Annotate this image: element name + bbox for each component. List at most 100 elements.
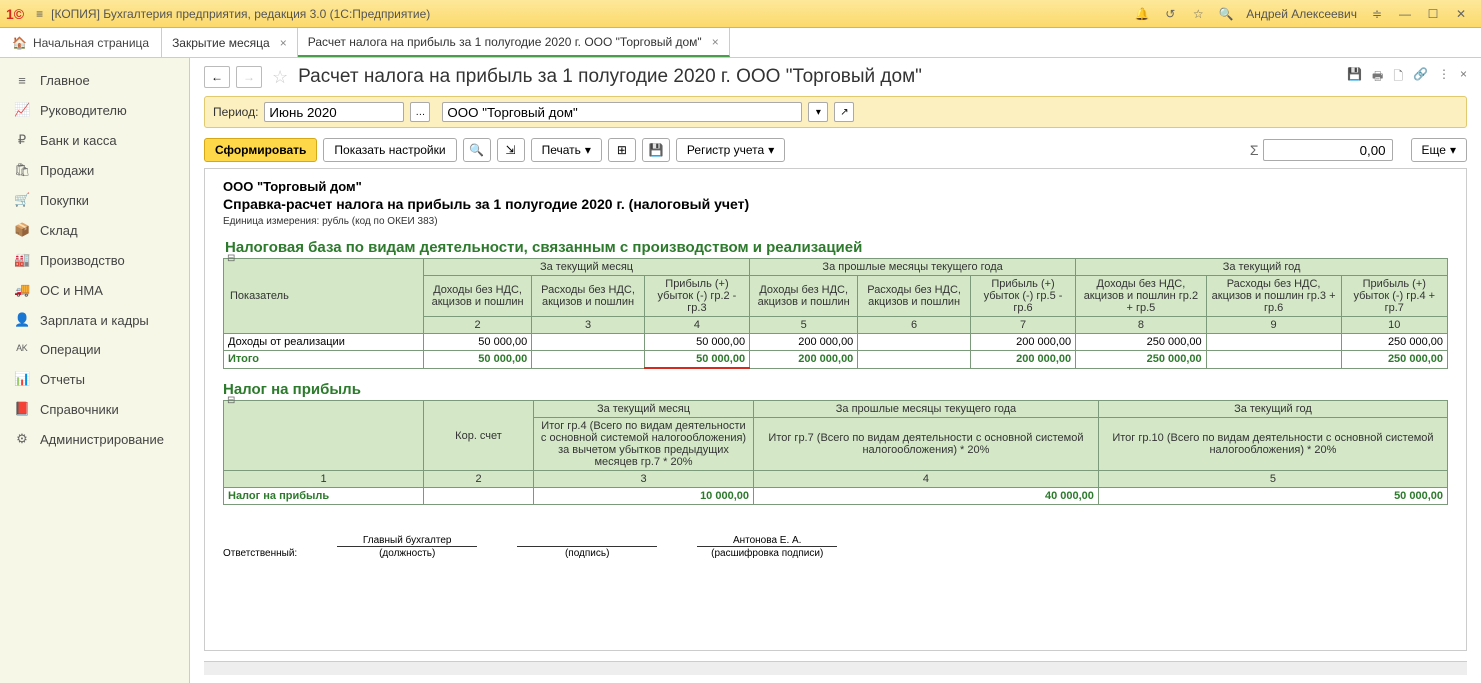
sidebar-item-main[interactable]: ≡ Главное: [0, 66, 189, 95]
sigma-input[interactable]: [1263, 139, 1393, 161]
search-icon[interactable]: 🔍: [1214, 2, 1238, 26]
sidebar-item-assets[interactable]: 🚚ОС и НМА: [0, 275, 189, 305]
bell-icon[interactable]: 🔔: [1130, 2, 1154, 26]
main-menu-icon[interactable]: ≡: [36, 7, 43, 21]
col-header: Итог гр.7 (Всего по видам деятельности с…: [754, 418, 1099, 471]
sidebar-item-label: Руководителю: [40, 103, 127, 118]
sidebar-item-operations[interactable]: ᴬᴷОперации: [0, 335, 189, 364]
table-row[interactable]: Налог на прибыль 10 000,00 40 000,00 50 …: [224, 488, 1448, 505]
list-icon: ≡: [14, 73, 30, 88]
minimize-icon[interactable]: —: [1393, 2, 1417, 26]
sigma-icon: Σ: [1250, 142, 1259, 158]
link-icon[interactable]: 🔗: [1413, 67, 1428, 88]
sidebar-item-bank[interactable]: ₽Банк и касса: [0, 125, 189, 155]
col-indicator: Показатель: [224, 259, 424, 334]
col-prev-months: За прошлые месяцы текущего года: [750, 259, 1076, 276]
sidebar-item-label: Главное: [40, 73, 90, 88]
window-title: [КОПИЯ] Бухгалтерия предприятия, редакци…: [51, 7, 430, 21]
col-prev-months: За прошлые месяцы текущего года: [754, 401, 1099, 418]
sidebar-item-sales[interactable]: 🛍Продажи: [0, 155, 189, 185]
operations-icon: ᴬᴷ: [14, 342, 30, 357]
app-logo: 1©: [6, 6, 24, 22]
period-ellipsis-button[interactable]: …: [410, 102, 430, 122]
sig-decode: (расшифровка подписи): [697, 546, 837, 559]
sidebar-item-reports[interactable]: 📊Отчеты: [0, 364, 189, 394]
home-tab[interactable]: 🏠 Начальная страница: [0, 28, 162, 57]
col-num: 1: [224, 471, 424, 488]
tab-label: Расчет налога на прибыль за 1 полугодие …: [308, 35, 702, 49]
tab-closing-month[interactable]: Закрытие месяца ×: [162, 28, 298, 57]
favorite-icon[interactable]: ☆: [272, 67, 288, 88]
register-button[interactable]: Регистр учета ▾: [676, 138, 785, 162]
star-icon[interactable]: ☆: [1186, 2, 1210, 26]
print-icon[interactable]: 🖶: [1372, 67, 1383, 88]
period-input[interactable]: [264, 102, 404, 122]
sidebar-item-warehouse[interactable]: 📦Склад: [0, 215, 189, 245]
content-header: ← → ☆ Расчет налога на прибыль за 1 полу…: [190, 58, 1481, 92]
table-total-row[interactable]: Итого 50 000,00 50 000,00 200 000,00 200…: [224, 351, 1448, 369]
close-icon[interactable]: ×: [1460, 67, 1467, 88]
close-icon[interactable]: ✕: [1449, 2, 1473, 26]
sidebar-item-manager[interactable]: 📈Руководителю: [0, 95, 189, 125]
section-toggle-icon[interactable]: ⊟: [227, 395, 235, 406]
sidebar-item-label: Продажи: [40, 163, 94, 178]
sidebar-item-production[interactable]: 🏭Производство: [0, 245, 189, 275]
col-header: Расходы без НДС, акцизов и пошлин: [858, 276, 971, 317]
sidebar-item-label: ОС и НМА: [40, 283, 103, 298]
generate-button[interactable]: Сформировать: [204, 138, 317, 162]
sig-accountant: Главный бухгалтер: [337, 535, 477, 546]
gear-icon: ⚙: [14, 431, 30, 447]
tab-close-icon[interactable]: ×: [280, 36, 287, 50]
responsible-label: Ответственный:: [223, 548, 297, 559]
sig-sign: (подпись): [517, 546, 657, 559]
tax-base-table: Показатель За текущий месяц За прошлые м…: [223, 258, 1448, 369]
find-button[interactable]: 🔍: [463, 138, 491, 162]
tab-close-icon[interactable]: ×: [712, 35, 719, 49]
report-title: Справка-расчет налога на прибыль за 1 по…: [223, 196, 1448, 212]
table-row[interactable]: Доходы от реализации 50 000,00 50 000,00…: [224, 334, 1448, 351]
history-icon[interactable]: ↺: [1158, 2, 1182, 26]
expand-button[interactable]: ⇲: [497, 138, 525, 162]
sidebar-item-admin[interactable]: ⚙Администрирование: [0, 424, 189, 454]
org-open-button[interactable]: ↗: [834, 102, 854, 122]
cell: [1206, 334, 1341, 351]
tab-label: Закрытие месяца: [172, 36, 270, 50]
sidebar-item-catalogs[interactable]: 📕Справочники: [0, 394, 189, 424]
table-button[interactable]: ⊞: [608, 138, 636, 162]
back-button[interactable]: ←: [204, 66, 230, 88]
tab-tax-report[interactable]: Расчет налога на прибыль за 1 полугодие …: [298, 28, 730, 57]
col-num: 4: [754, 471, 1099, 488]
org-input[interactable]: [442, 102, 802, 122]
more-button[interactable]: Еще ▾: [1411, 138, 1467, 162]
sidebar-item-label: Банк и касса: [40, 133, 117, 148]
cell: 200 000,00: [970, 351, 1075, 369]
print-button[interactable]: Печать ▾: [531, 138, 602, 162]
horizontal-scrollbar[interactable]: [204, 661, 1467, 675]
col-num: 2: [424, 317, 532, 334]
section-tax-title: Налог на прибыль: [223, 381, 1448, 398]
sidebar-item-purchases[interactable]: 🛒Покупки: [0, 185, 189, 215]
user-name[interactable]: Андрей Алексеевич: [1246, 7, 1357, 21]
show-settings-button[interactable]: Показать настройки: [323, 138, 456, 162]
section-toggle-icon[interactable]: ⊟: [227, 253, 235, 264]
forward-button[interactable]: →: [236, 66, 262, 88]
more-icon[interactable]: ⋮: [1438, 67, 1450, 88]
home-label: Начальная страница: [33, 36, 149, 50]
org-dropdown-button[interactable]: ▾: [808, 102, 828, 122]
maximize-icon[interactable]: ☐: [1421, 2, 1445, 26]
cell: 250 000,00: [1076, 351, 1207, 369]
tabs-row: 🏠 Начальная страница Закрытие месяца × Р…: [0, 28, 1481, 58]
cell: [1206, 351, 1341, 369]
save-icon[interactable]: 💾: [1347, 67, 1362, 88]
cell: 50 000,00: [424, 351, 532, 369]
col-header: Доходы без НДС, акцизов и пошлин гр.2 + …: [1076, 276, 1207, 317]
col-num: 7: [970, 317, 1075, 334]
report-unit: Единица измерения: рубль (код по ОКЕИ 38…: [223, 216, 1448, 227]
report-area: ООО "Торговый дом" Справка-расчет налога…: [204, 168, 1467, 651]
disk-button[interactable]: 💾: [642, 138, 670, 162]
preview-icon[interactable]: 🗋: [1393, 67, 1403, 88]
sidebar-item-salary[interactable]: 👤Зарплата и кадры: [0, 305, 189, 335]
col-current-month: За текущий месяц: [534, 401, 754, 418]
col-header: Итог гр.10 (Всего по видам деятельности …: [1098, 418, 1447, 471]
settings-icon[interactable]: ≑: [1365, 2, 1389, 26]
